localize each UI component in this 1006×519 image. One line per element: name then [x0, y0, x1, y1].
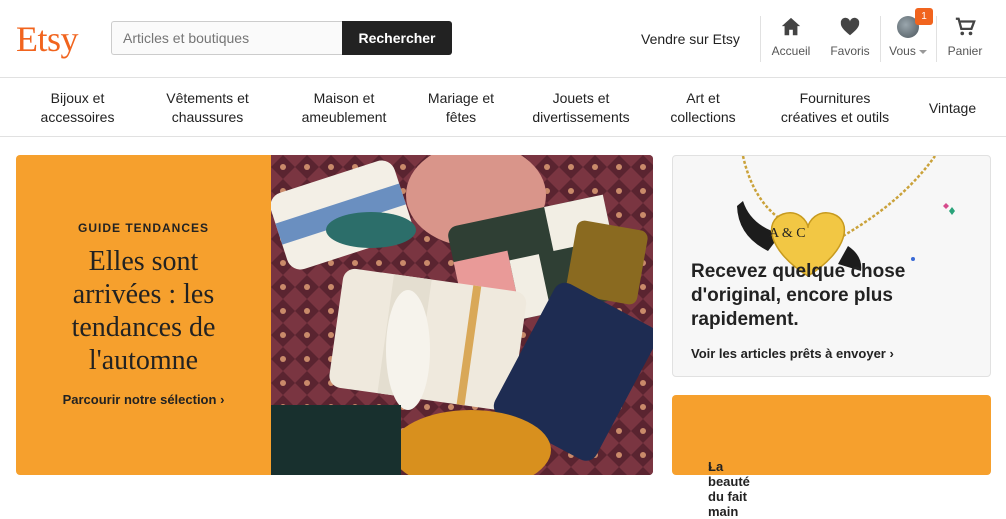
pillows-photo[interactable]: [271, 155, 653, 475]
search-button[interactable]: Rechercher: [342, 21, 452, 55]
nav-favorites-label: Favoris: [830, 44, 870, 58]
nav-cart[interactable]: Panier: [943, 16, 987, 62]
nav-home-label: Accueil: [771, 44, 811, 58]
header-divider: [936, 16, 937, 62]
fast-shipping-title: Recevez quelque chose d'original, encore…: [691, 261, 906, 330]
category-art[interactable]: Art et collections: [658, 89, 748, 127]
header-divider: [880, 16, 881, 62]
category-clothing[interactable]: Vêtements et chaussures: [150, 89, 265, 127]
category-toys[interactable]: Jouets et divertissements: [522, 89, 640, 127]
nav-you-label: Vous: [889, 44, 916, 58]
trend-guide-eyebrow: GUIDE TENDANCES: [77, 221, 209, 235]
chevron-right-icon: ›: [889, 346, 894, 361]
etsy-logo[interactable]: Etsy: [16, 18, 79, 60]
site-header: Etsy Rechercher Vendre sur Etsy Accueil …: [0, 0, 1006, 78]
caret-down-icon: [918, 49, 927, 54]
heart-icon: [826, 16, 874, 40]
nav-you[interactable]: 1 Vous: [884, 8, 933, 62]
chevron-right-icon: ›: [708, 459, 713, 474]
category-jewelry[interactable]: Bijoux et accessoires: [30, 89, 125, 127]
nav-cart-label: Panier: [947, 44, 983, 58]
pendant-engraving: A & C: [769, 226, 806, 241]
category-craft-supplies[interactable]: Fournitures créatives et outils: [770, 89, 900, 127]
chevron-right-icon: ›: [220, 392, 225, 407]
sell-on-etsy-link[interactable]: Vendre sur Etsy: [641, 31, 740, 47]
category-vintage[interactable]: Vintage: [920, 99, 985, 118]
category-nav: Bijoux et accessoires Vêtements et chaussu…: [0, 79, 1006, 137]
browse-selection-link[interactable]: Parcourir notre sélection ›: [16, 392, 271, 407]
category-wedding[interactable]: Mariage et fêtes: [416, 89, 506, 127]
home-icon: [766, 16, 816, 40]
trend-guide-panel: GUIDE TENDANCES Elles sont arrivées : le…: [16, 155, 271, 475]
cart-icon: [943, 16, 987, 40]
notification-badge: 1: [915, 8, 933, 25]
nav-home[interactable]: Accueil: [766, 16, 816, 62]
search-input[interactable]: [111, 21, 343, 55]
category-home[interactable]: Maison et ameublement: [288, 89, 400, 127]
pillows-illustration: [271, 155, 653, 475]
hero-title: Elles sont arrivées : les tendances de l…: [71, 246, 216, 376]
handmade-card[interactable]: La beauté du fait main ›: [672, 395, 991, 519]
nav-favorites[interactable]: Favoris: [826, 16, 874, 62]
fast-shipping-card[interactable]: A & C Recevez quelque chose d'original, …: [672, 155, 991, 377]
header-divider: [760, 16, 761, 62]
ready-to-ship-link[interactable]: Voir les articles prêts à envoyer ›: [691, 346, 894, 361]
